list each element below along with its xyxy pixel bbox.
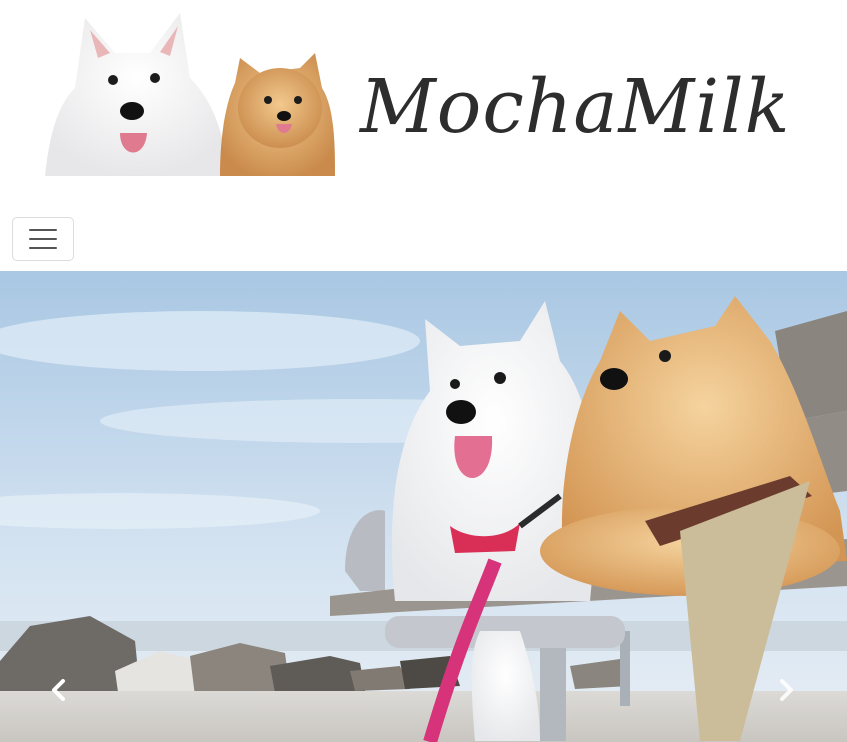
site-header: MochaMilk (0, 0, 847, 200)
navbar (0, 205, 847, 267)
hamburger-icon-line (29, 247, 57, 249)
navbar-toggler-button[interactable] (12, 217, 74, 261)
chevron-left-icon (52, 679, 65, 701)
logo-image[interactable] (40, 8, 335, 176)
brand-title[interactable]: MochaMilk (360, 52, 791, 162)
hamburger-icon-line (29, 238, 57, 240)
brand-name: MochaMilk (360, 64, 791, 150)
chevron-right-icon (780, 679, 793, 701)
carousel-slide-image (0, 271, 847, 742)
hamburger-icon (29, 229, 57, 231)
carousel-next-button[interactable] (772, 676, 800, 704)
carousel-prev-button[interactable] (45, 676, 73, 704)
image-carousel (0, 271, 847, 742)
